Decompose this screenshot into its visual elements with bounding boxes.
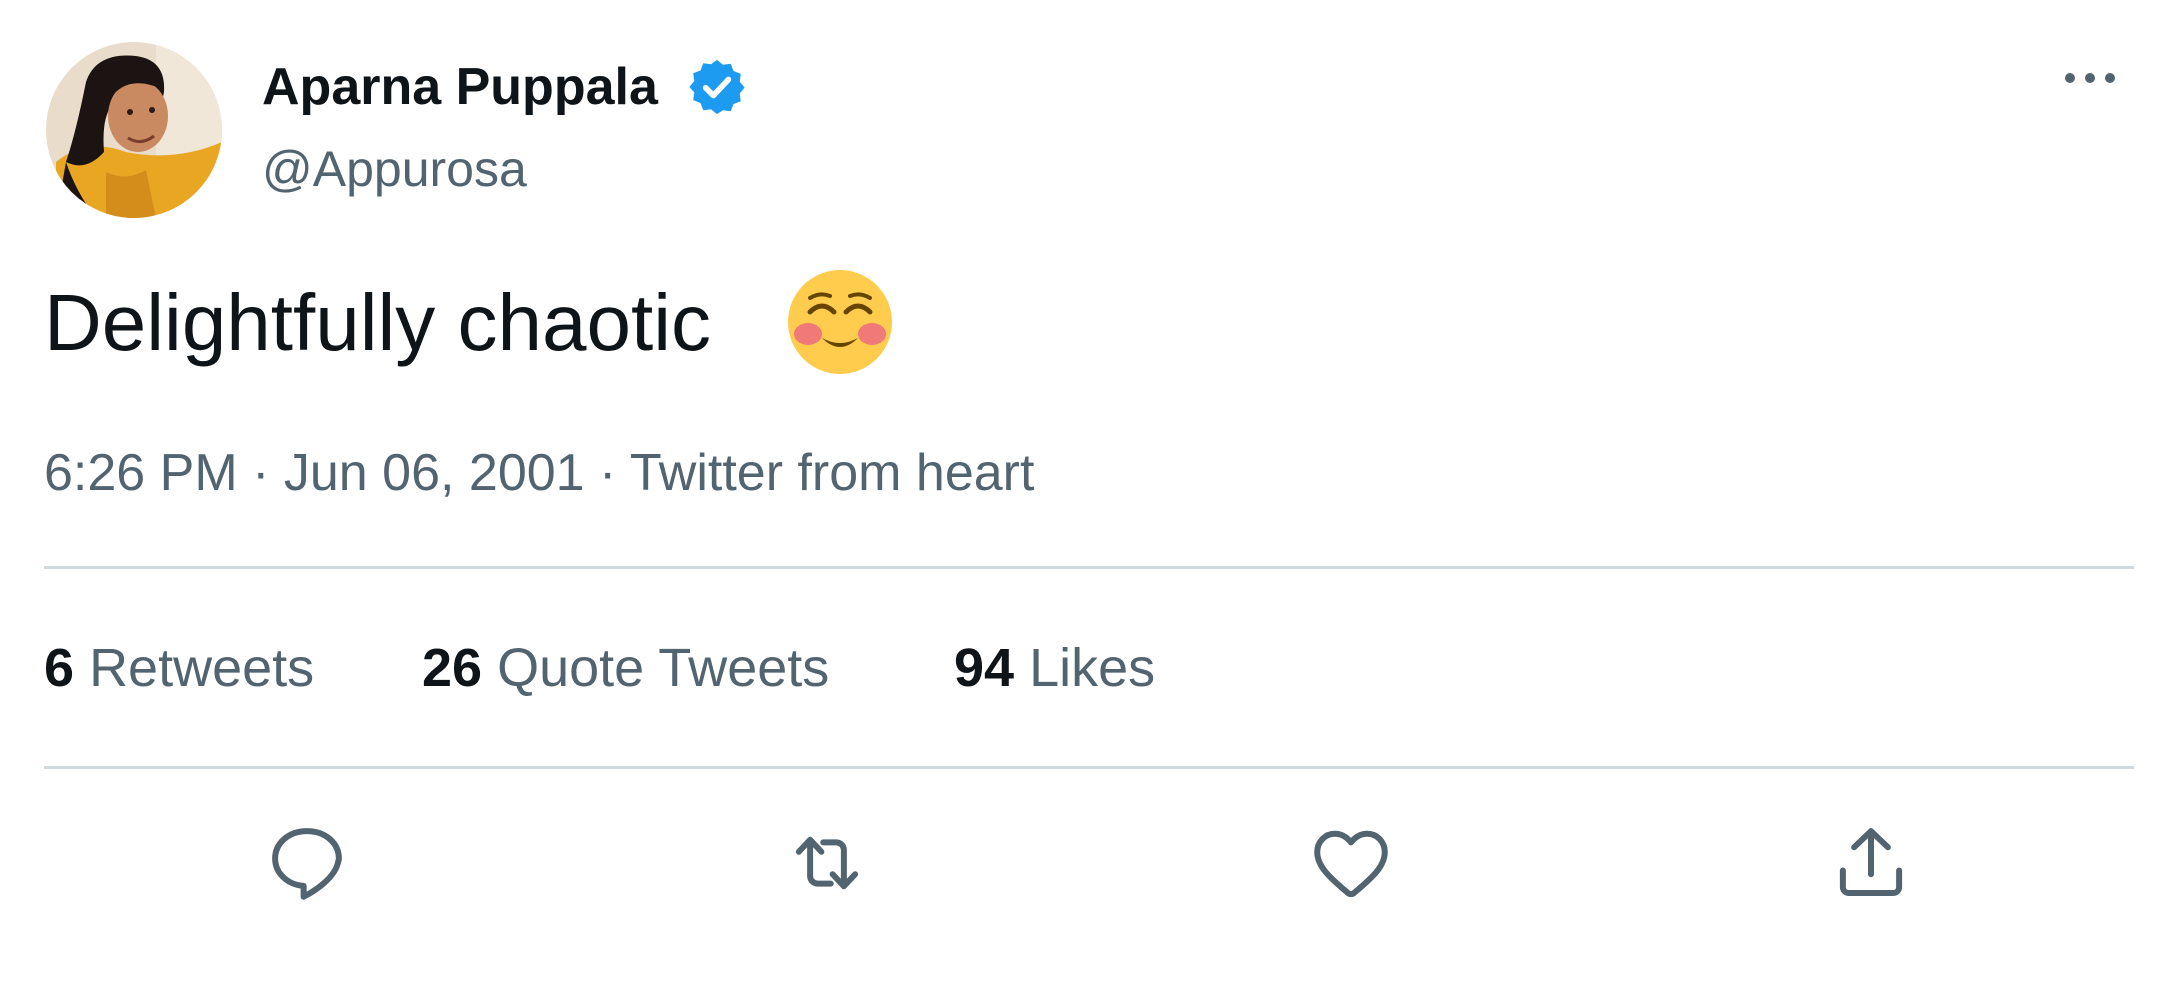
retweets-stat[interactable]: 6 Retweets (44, 632, 314, 704)
tweet-text: Delightfully chaotic (44, 278, 711, 367)
more-options-icon[interactable] (2060, 58, 2120, 98)
share-button[interactable] (1826, 818, 1916, 908)
heart-icon (1314, 830, 1388, 898)
meta-separator: · (599, 444, 617, 502)
like-button[interactable] (1306, 818, 1396, 908)
retweets-label: Retweets (89, 638, 315, 698)
retweet-icon (795, 836, 859, 890)
reply-icon (272, 828, 342, 900)
share-icon (1839, 828, 1903, 896)
retweets-count: 6 (44, 638, 75, 698)
quote-tweets-count: 26 (422, 638, 483, 698)
tweet-source[interactable]: Twitter from heart (630, 444, 1035, 502)
quote-tweets-label: Quote Tweets (497, 638, 830, 698)
meta-separator: · (252, 444, 270, 502)
avatar[interactable] (46, 42, 222, 218)
author-handle[interactable]: @Appurosa (262, 136, 527, 202)
tweet-time[interactable]: 6:26 PM (44, 444, 238, 502)
retweet-button[interactable] (782, 818, 872, 908)
author-display-name[interactable]: Aparna Puppala (262, 52, 658, 122)
smiling-face-with-blush-icon (788, 270, 892, 374)
avatar-image (46, 42, 222, 218)
likes-label: Likes (1029, 638, 1156, 698)
tweet-meta: 6:26 PM · Jun 06, 2001 · Twitter from he… (44, 438, 1034, 508)
verified-badge-icon (689, 59, 745, 115)
likes-count: 94 (954, 638, 1015, 698)
divider (44, 766, 2134, 769)
likes-stat[interactable]: 94 Likes (954, 632, 1155, 704)
divider (44, 566, 2134, 569)
reply-button[interactable] (262, 818, 352, 908)
tweet-card: Aparna Puppala @Appurosa Delightfully ch… (0, 0, 2166, 984)
tweet-date[interactable]: Jun 06, 2001 (284, 444, 585, 502)
quote-tweets-stat[interactable]: 26 Quote Tweets (422, 632, 829, 704)
